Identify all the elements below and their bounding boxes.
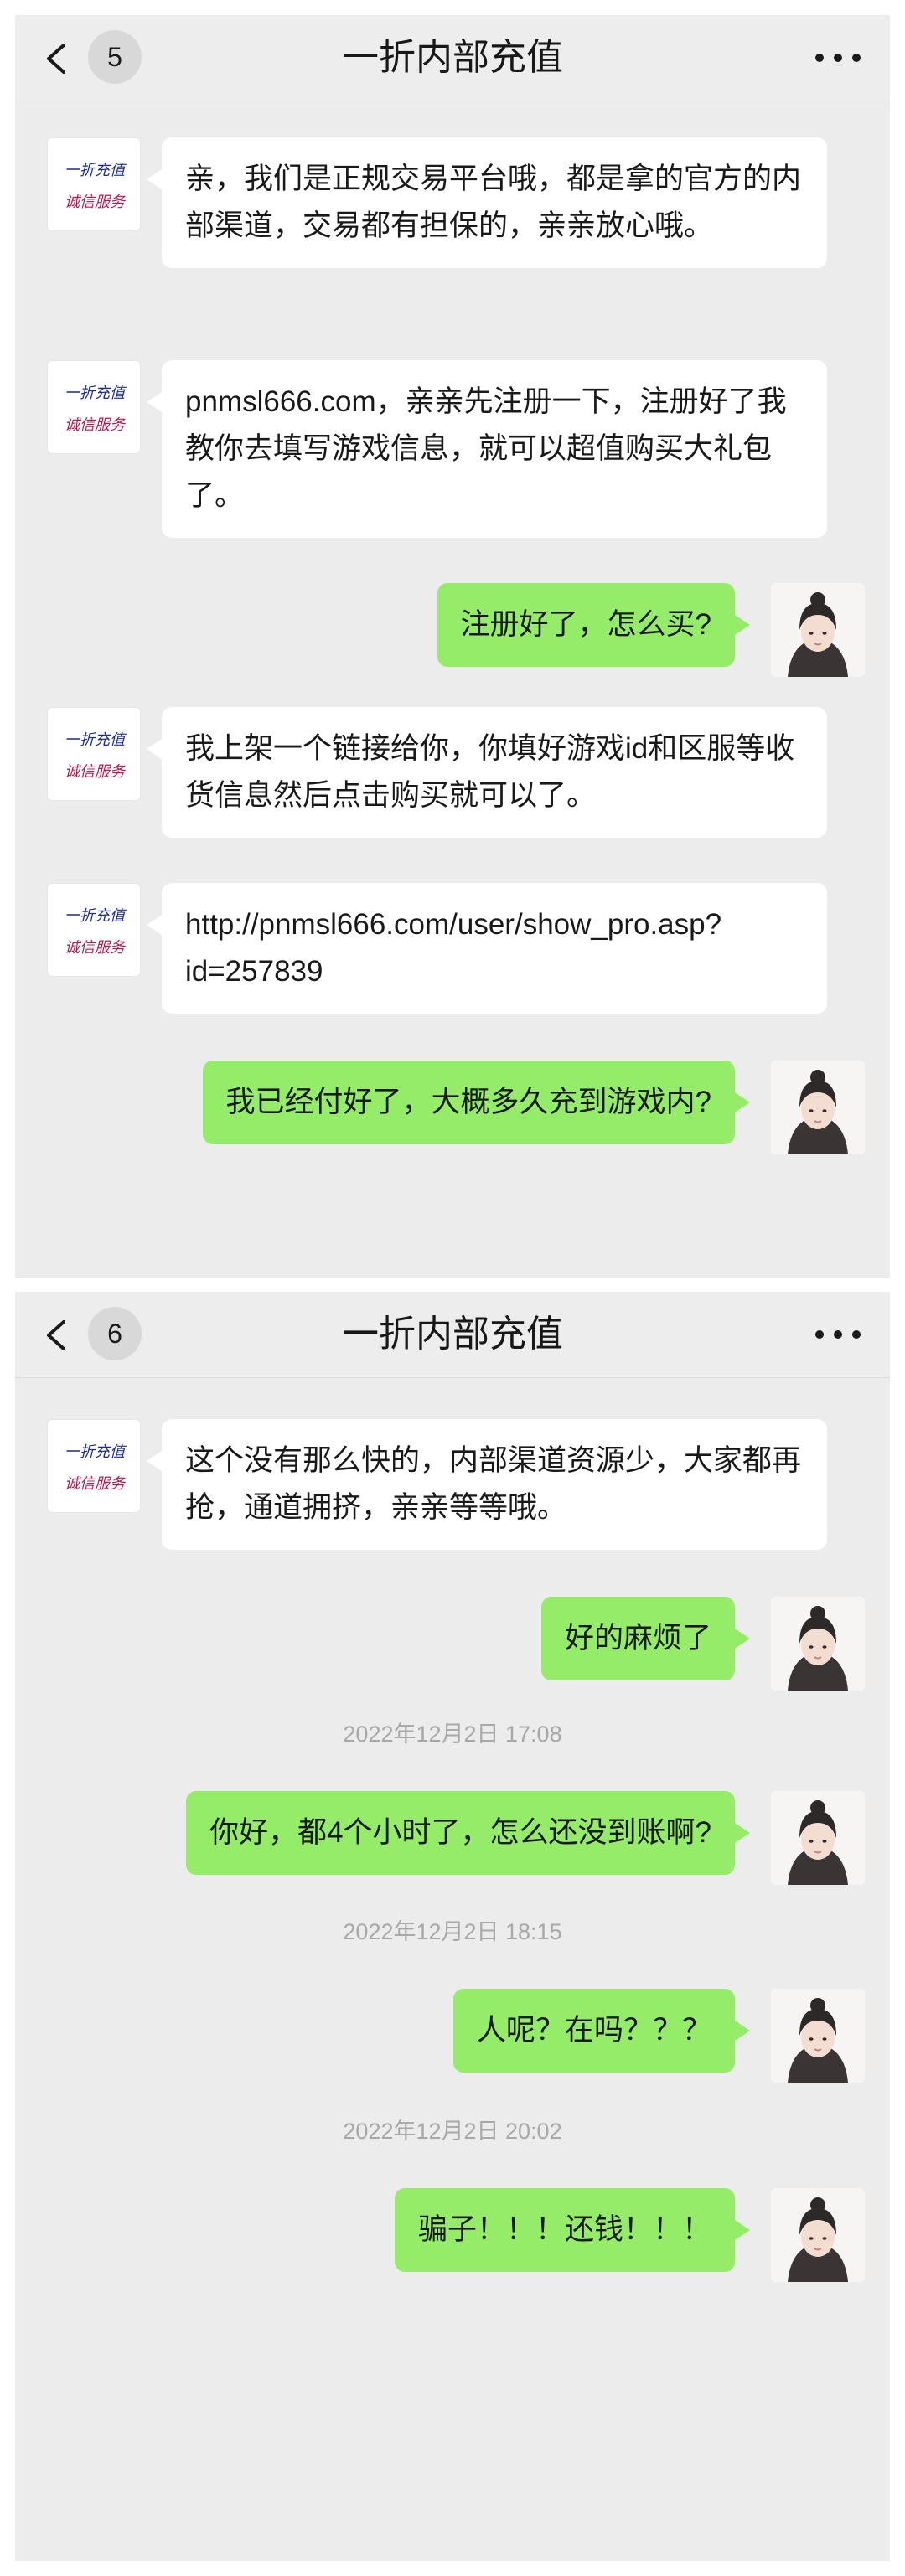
svg-text:一折充值: 一折充值 — [65, 731, 127, 749]
svg-text:诚信服务: 诚信服务 — [65, 416, 127, 434]
message-bubble-received[interactable]: http://pnmsl666.com/user/show_pro.asp?id… — [147, 883, 827, 1014]
back-arrow-icon[interactable] — [44, 1320, 67, 1350]
user-avatar[interactable] — [771, 2188, 865, 2282]
svg-text:诚信服务: 诚信服务 — [65, 939, 127, 957]
shop-avatar[interactable]: 一折充值 诚信服务 — [47, 137, 141, 231]
chat-header: 5 一折内部充值 — [15, 15, 890, 101]
message-bubble-sent[interactable]: 好的麻烦了 — [540, 1597, 751, 1680]
chat-screen-2: 6 一折内部充值 一折充值 诚信服务 这个没有那么快的，内部渠道资源少，大家都再… — [15, 1292, 890, 2561]
chat-title: 一折内部充值 — [342, 37, 563, 78]
svg-text:一折充值: 一折充值 — [65, 385, 127, 402]
user-avatar[interactable] — [771, 1061, 865, 1154]
shop-avatar[interactable]: 一折充值 诚信服务 — [47, 883, 141, 977]
message-bubble-sent[interactable]: 你好，都4个小时了，怎么还没到账啊? — [186, 1791, 750, 1875]
chat-header: 6 一折内部充值 — [15, 1292, 890, 1378]
shop-avatar-line2: 诚信服务 — [65, 194, 127, 211]
user-avatar[interactable] — [771, 1791, 865, 1885]
shop-avatar[interactable]: 一折充值 诚信服务 — [47, 1419, 141, 1513]
message-bubble-received[interactable]: 我上架一个链接给你，你填好游戏id和区服等收货信息然后点击购买就可以了。 — [147, 707, 827, 838]
shop-avatar[interactable]: 一折充值 诚信服务 — [47, 707, 141, 801]
message-bubble-sent[interactable]: 人呢？在吗？？？ — [452, 1989, 751, 2073]
more-options-icon[interactable] — [811, 1322, 865, 1347]
chat-screen-1: 5 一折内部充值 一折充值 诚信服务 亲，我们是正规交易平台哦，都是拿的官方的内… — [15, 15, 890, 1278]
user-avatar[interactable] — [771, 1989, 865, 2083]
svg-text:一折充值: 一折充值 — [65, 907, 127, 925]
svg-text:诚信服务: 诚信服务 — [65, 1475, 127, 1493]
timestamp: 2022年12月2日 17:08 — [343, 1722, 562, 1747]
user-avatar[interactable] — [771, 583, 865, 677]
message-bubble-sent[interactable]: 我已经付好了，大概多久充到游戏内? — [202, 1061, 751, 1144]
svg-text:一折充值: 一折充值 — [65, 1443, 127, 1461]
more-options-icon[interactable] — [811, 45, 865, 70]
message-bubble-sent[interactable]: 注册好了，怎么买? — [437, 583, 751, 667]
svg-text:诚信服务: 诚信服务 — [65, 763, 127, 781]
shop-avatar[interactable]: 一折充值 诚信服务 — [47, 360, 141, 454]
chat-title: 一折内部充值 — [342, 1314, 563, 1355]
timestamp: 2022年12月2日 18:15 — [343, 1919, 562, 1944]
unread-count-badge[interactable]: 6 — [88, 1307, 142, 1360]
message-bubble-sent[interactable]: 骗子！！！还钱！！！ — [394, 2188, 751, 2272]
back-arrow-icon[interactable] — [44, 44, 67, 74]
message-bubble-received[interactable]: 亲，我们是正规交易平台哦，都是拿的官方的内部渠道，交易都有担保的，亲亲放心哦。 — [147, 137, 827, 268]
timestamp: 2022年12月2日 20:02 — [343, 2119, 562, 2144]
message-bubble-received[interactable]: 这个没有那么快的，内部渠道资源少，大家都再抢，通道拥挤，亲亲等等哦。 — [147, 1419, 827, 1550]
user-avatar[interactable] — [771, 1597, 865, 1691]
shop-avatar-line1: 一折充值 — [65, 162, 127, 179]
unread-count-badge[interactable]: 5 — [88, 30, 142, 84]
message-bubble-received[interactable]: pnmsl666.com，亲亲先注册一下，注册好了我教你去填写游戏信息，就可以超… — [147, 360, 827, 538]
